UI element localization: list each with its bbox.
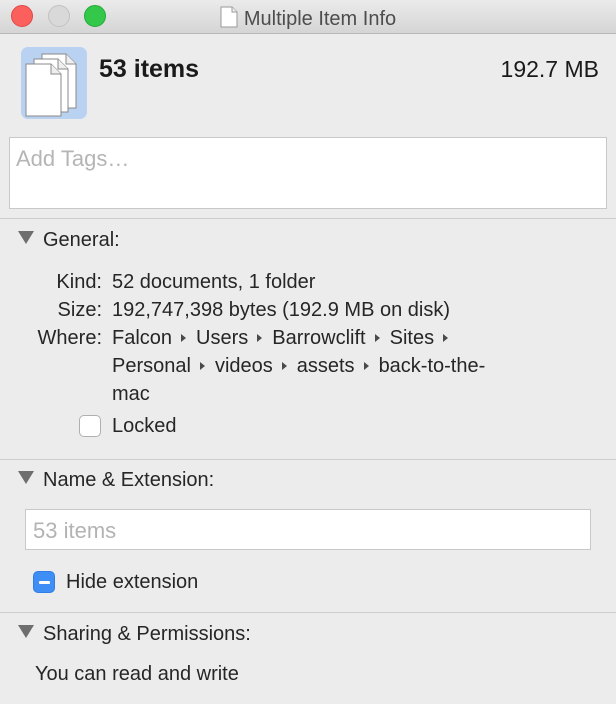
- size-value: 192,747,398 bytes (192.9 MB on disk): [112, 299, 450, 321]
- general-heading: General:: [43, 229, 120, 251]
- path-item: Barrowclift: [272, 327, 366, 349]
- disclosure-triangle-icon[interactable]: [18, 471, 34, 484]
- hide-extension-label: Hide extension: [66, 571, 199, 593]
- item-count: 53 items: [99, 55, 200, 83]
- title-bar: Multiple Item Info: [0, 0, 616, 34]
- path-item: Sites: [389, 327, 435, 349]
- divider: [0, 459, 616, 460]
- size-label: Size:: [57, 299, 102, 321]
- kind-label: Kind:: [56, 271, 102, 293]
- path-item: videos: [214, 355, 273, 377]
- path-separator-icon: [443, 334, 449, 342]
- tags-placeholder: Add Tags…: [16, 146, 130, 171]
- locked-label: Locked: [112, 415, 177, 437]
- permission-status: You can read and write: [35, 663, 239, 685]
- path-separator-icon: [374, 334, 380, 342]
- path-line: mac: [112, 383, 150, 406]
- path-item: Users: [196, 327, 249, 349]
- name-field[interactable]: 53 items: [25, 509, 591, 550]
- path-item: Falcon: [112, 327, 173, 349]
- disclosure-triangle-icon[interactable]: [18, 625, 34, 638]
- document-icon: [220, 6, 238, 28]
- path-line: Falcon Users Barrowclift Sites: [112, 327, 458, 350]
- sharing-section-toggle[interactable]: Sharing & Permissions:: [18, 623, 251, 646]
- divider: [0, 612, 616, 613]
- kind-value: 52 documents, 1 folder: [112, 271, 316, 293]
- name-extension-section-toggle[interactable]: Name & Extension:: [18, 469, 214, 492]
- path-separator-icon: [181, 334, 187, 342]
- disclosure-triangle-icon[interactable]: [18, 231, 34, 244]
- path-item: mac: [112, 383, 150, 405]
- divider: [0, 218, 616, 219]
- stacked-documents-icon: [20, 46, 92, 127]
- sharing-heading: Sharing & Permissions:: [43, 623, 251, 645]
- locked-checkbox[interactable]: [79, 415, 101, 437]
- path-separator-icon: [257, 334, 263, 342]
- path-item: Personal: [112, 355, 191, 377]
- total-size: 192.7 MB: [500, 56, 599, 82]
- tags-field[interactable]: Add Tags…: [9, 137, 607, 209]
- path-separator-icon: [363, 362, 369, 370]
- where-label: Where:: [37, 327, 102, 349]
- name-placeholder: 53 items: [33, 518, 117, 543]
- path-separator-icon: [199, 362, 205, 370]
- name-extension-heading: Name & Extension:: [43, 469, 215, 491]
- path-line: Personal videos assets back-to-the-: [112, 355, 485, 378]
- path-item: back-to-the-: [378, 355, 486, 377]
- window-title-area: Multiple Item Info: [0, 6, 616, 31]
- window-title: Multiple Item Info: [243, 8, 397, 30]
- hide-extension-checkbox[interactable]: [33, 571, 55, 593]
- path-item: assets: [296, 355, 355, 377]
- path-separator-icon: [281, 362, 287, 370]
- general-section-toggle[interactable]: General:: [18, 229, 120, 252]
